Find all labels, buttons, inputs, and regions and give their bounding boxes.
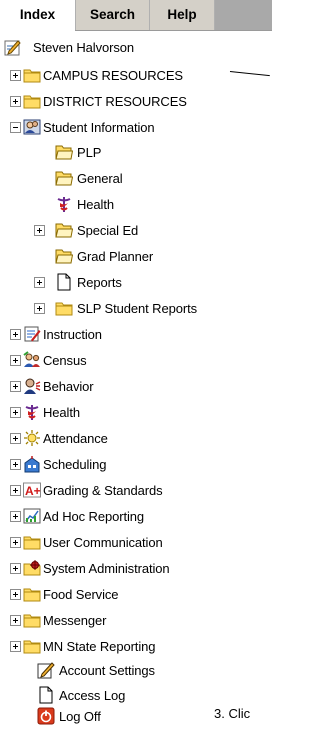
attendance-icon bbox=[23, 429, 41, 447]
edit-icon bbox=[37, 661, 55, 679]
folder-icon bbox=[23, 585, 41, 603]
folder-open-icon bbox=[55, 169, 73, 187]
svg-text:A+: A+ bbox=[25, 484, 41, 498]
folder-icon bbox=[23, 92, 41, 110]
tree-item-label: Grading & Standards bbox=[43, 483, 163, 498]
tree-item-label: Log Off bbox=[59, 709, 101, 724]
expand-icon[interactable] bbox=[10, 641, 21, 652]
expand-icon[interactable] bbox=[10, 70, 21, 81]
folder-open-icon bbox=[55, 221, 73, 239]
expand-icon[interactable] bbox=[10, 433, 21, 444]
tree-item-label: Student Information bbox=[43, 120, 155, 135]
tree-item-label: System Administration bbox=[43, 561, 170, 576]
document-icon bbox=[55, 273, 73, 291]
tree-item-label: Health bbox=[77, 197, 114, 212]
tree-item-label: Scheduling bbox=[43, 457, 107, 472]
expand-icon[interactable] bbox=[34, 277, 45, 288]
tab-bar: Index Search Help bbox=[0, 0, 272, 31]
folder-open-icon bbox=[55, 143, 73, 161]
expand-icon[interactable] bbox=[10, 563, 21, 574]
tree-item-label: DISTRICT RESOURCES bbox=[43, 94, 187, 109]
tree-item-label: Grad Planner bbox=[77, 249, 154, 264]
expand-icon[interactable] bbox=[10, 381, 21, 392]
expand-icon[interactable] bbox=[10, 615, 21, 626]
tree-item-label: Census bbox=[43, 353, 87, 368]
expand-icon[interactable] bbox=[10, 459, 21, 470]
scheduling-icon bbox=[23, 455, 41, 473]
annotation-arrow bbox=[229, 71, 270, 77]
instruction-icon bbox=[23, 325, 41, 343]
expand-icon[interactable] bbox=[34, 225, 45, 236]
tree-item-label: General bbox=[77, 171, 123, 186]
expand-icon[interactable] bbox=[10, 407, 21, 418]
tree-item-label: MN State Reporting bbox=[43, 639, 156, 654]
tree-item-label: Reports bbox=[77, 275, 122, 290]
tree-item-label: Instruction bbox=[43, 327, 102, 342]
tree-item-label: SLP Student Reports bbox=[77, 301, 197, 316]
tab-strip-fill bbox=[215, 0, 272, 30]
folder-icon bbox=[23, 533, 41, 551]
tab-divider-line bbox=[75, 30, 272, 31]
tab-index[interactable]: Index bbox=[0, 0, 75, 30]
tree-item-label: Behavior bbox=[43, 379, 94, 394]
tree-item-label: Attendance bbox=[43, 431, 108, 446]
chart-icon bbox=[23, 507, 41, 525]
expand-icon[interactable] bbox=[10, 329, 21, 340]
admin-icon bbox=[23, 559, 41, 577]
document-icon bbox=[37, 686, 55, 704]
tree-item-label: PLP bbox=[77, 145, 102, 160]
tab-search[interactable]: Search bbox=[75, 0, 150, 30]
grade-a-plus-icon: A+ bbox=[23, 481, 41, 499]
tree-item-label: Account Settings bbox=[59, 663, 155, 678]
census-icon bbox=[23, 351, 41, 369]
tree-item-label: CAMPUS RESOURCES bbox=[43, 68, 183, 83]
caduceus-icon bbox=[23, 403, 41, 421]
collapse-icon[interactable] bbox=[10, 122, 21, 133]
tree-item-label: User Communication bbox=[43, 535, 163, 550]
expand-icon[interactable] bbox=[34, 303, 45, 314]
folder-icon bbox=[23, 637, 41, 655]
annotation-caption: 3. Clic bbox=[214, 706, 251, 721]
caduceus-icon bbox=[55, 195, 73, 213]
edit-icon bbox=[4, 38, 22, 56]
tab-help[interactable]: Help bbox=[150, 0, 215, 30]
expand-icon[interactable] bbox=[10, 511, 21, 522]
tree-item-label: Food Service bbox=[43, 587, 119, 602]
tree-item-label: Ad Hoc Reporting bbox=[43, 509, 145, 524]
expand-icon[interactable] bbox=[10, 96, 21, 107]
user-name: Steven Halvorson bbox=[33, 40, 135, 55]
folder-open-icon bbox=[55, 247, 73, 265]
expand-icon[interactable] bbox=[10, 589, 21, 600]
tree-item-label: Messenger bbox=[43, 613, 107, 628]
expand-icon[interactable] bbox=[10, 485, 21, 496]
behavior-icon bbox=[23, 377, 41, 395]
tree-item-label: Special Ed bbox=[77, 223, 139, 238]
tree-item-label: Health bbox=[43, 405, 80, 420]
students-icon bbox=[23, 118, 41, 136]
expand-icon[interactable] bbox=[10, 355, 21, 366]
folder-icon bbox=[23, 611, 41, 629]
expand-icon[interactable] bbox=[10, 537, 21, 548]
power-icon bbox=[37, 707, 55, 725]
folder-icon bbox=[23, 66, 41, 84]
folder-icon bbox=[55, 299, 73, 317]
